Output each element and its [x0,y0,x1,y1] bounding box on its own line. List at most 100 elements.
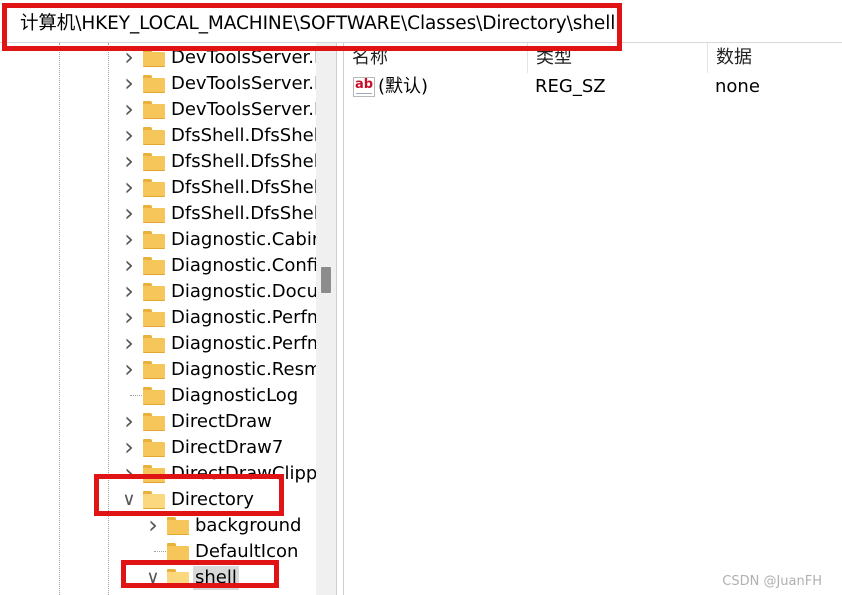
tree-connector [130,395,142,396]
tree-item[interactable]: › Diagnostic.Perfm [0,331,316,357]
tree-item[interactable]: › DirectDrawClipp [0,461,316,487]
tree-item-label: DfsShell.DfsShell [171,177,316,198]
tree-item-label: Diagnostic.Resm [171,359,316,380]
folder-icon [143,387,165,405]
tree-item-label: background [195,515,302,536]
tree-item-label: DfsShell.DfsShell [171,151,316,172]
chevron-right-icon[interactable]: › [122,175,136,200]
tree-item[interactable]: › Diagnostic.Cabir [0,227,316,253]
folder-icon [143,283,165,301]
folder-icon [143,179,165,197]
registry-tree[interactable]: › DevToolsServer.N › DevToolsServer.N › DevTo… [0,43,316,595]
chevron-right-icon[interactable]: › [122,305,136,330]
tree-item[interactable]: › DevToolsServer.N [0,97,316,123]
tree-connector [154,551,166,552]
tree-item[interactable]: › Diagnostic.Resm [0,357,316,383]
tree-item-label: DevToolsServer.N [171,99,316,120]
tree-item-label: Diagnostic.Perfm [171,307,316,328]
tree-scrollbar-thumb[interactable] [321,267,331,293]
string-value-icon: ab [353,77,375,97]
folder-icon [143,413,165,431]
tree-item-label: Diagnostic.Perfm [171,333,316,354]
tree-item-label: DiagnosticLog [171,385,299,406]
tree-item-label: Diagnostic.Docu [171,281,316,302]
folder-icon [143,205,165,223]
tree-item-label: Directory [171,489,254,510]
chevron-down-icon[interactable]: ∨ [122,488,136,512]
folder-icon [143,49,165,67]
tree-item[interactable]: › Diagnostic.Perfm [0,305,316,331]
tree-scrollbar[interactable] [316,43,336,595]
tree-item-label: DfsShell.DfsShell [171,125,316,146]
chevron-right-icon[interactable]: › [122,357,136,382]
tree-item-label: DfsShell.DfsShell [171,203,316,224]
value-type: REG_SZ [535,76,606,97]
tree-item[interactable]: › Diagnostic.Confi [0,253,316,279]
folder-icon [143,75,165,93]
tree-item-label: Diagnostic.Cabir [171,229,316,250]
tree-item-partial[interactable] [0,591,316,595]
tree-item[interactable]: DefaultIcon [0,539,316,565]
folder-icon [143,491,165,509]
chevron-right-icon[interactable]: › [122,279,136,304]
tree-item[interactable]: › DfsShell.DfsShell [0,149,316,175]
chevron-right-icon[interactable]: › [122,97,136,122]
address-path[interactable]: 计算机\HKEY_LOCAL_MACHINE\SOFTWARE\Classes\… [20,13,615,35]
pane-splitter[interactable] [336,43,344,595]
folder-icon [143,153,165,171]
tree-item[interactable]: DiagnosticLog [0,383,316,409]
tree-item-label: Diagnostic.Confi [171,255,316,276]
value-name: (默认) [378,76,429,97]
value-data: none [715,76,760,97]
chevron-right-icon[interactable]: › [122,201,136,226]
tree-item[interactable]: › DirectDraw7 [0,435,316,461]
chevron-right-icon[interactable]: › [122,71,136,96]
column-header-data[interactable]: 数据 [708,43,842,73]
folder-icon [143,257,165,275]
chevron-right-icon[interactable]: › [122,45,136,70]
tree-item[interactable]: › DfsShell.DfsShell [0,201,316,227]
tree-item[interactable]: › DevToolsServer.N [0,45,316,71]
folder-icon [143,309,165,327]
folder-icon [143,439,165,457]
tree-item[interactable]: › DevToolsServer.N [0,71,316,97]
folder-icon [167,569,189,587]
tree-item-label: DevToolsServer.N [171,73,316,94]
column-header-type[interactable]: 类型 [528,43,708,73]
tree-item-label: DirectDrawClipp [171,463,316,484]
tree-item[interactable]: › Diagnostic.Docu [0,279,316,305]
chevron-right-icon[interactable]: › [122,149,136,174]
tree-item-label: DevToolsServer.N [171,47,316,68]
values-list[interactable]: 名称 类型 数据 ab (默认) REG_SZ none [344,43,842,595]
tree-item[interactable]: ∨ Directory [0,487,316,513]
tree-item-label: shell [193,566,239,590]
folder-icon [167,517,189,535]
tree-item-label: DirectDraw7 [171,437,284,458]
tree-item[interactable]: › DfsShell.DfsShell [0,123,316,149]
tree-item[interactable]: › DfsShell.DfsShell [0,175,316,201]
folder-icon [143,231,165,249]
chevron-right-icon[interactable]: › [122,409,136,434]
chevron-right-icon[interactable]: › [122,227,136,252]
list-row[interactable]: ab (默认) REG_SZ none [344,73,842,101]
tree-item[interactable]: ∨ shell [0,565,316,591]
folder-icon [143,335,165,353]
folder-icon [167,543,189,561]
chevron-right-icon[interactable]: › [122,253,136,278]
chevron-right-icon[interactable]: › [122,331,136,356]
tree-item-label: DefaultIcon [195,541,299,562]
folder-icon [143,465,165,483]
column-header-name[interactable]: 名称 [344,43,528,73]
tree-item-label: DirectDraw [171,411,272,432]
chevron-right-icon[interactable]: › [122,461,136,486]
folder-icon [143,361,165,379]
address-bar[interactable]: 计算机\HKEY_LOCAL_MACHINE\SOFTWARE\Classes\… [0,6,842,43]
chevron-right-icon[interactable]: › [146,513,160,538]
folder-icon [143,127,165,145]
folder-icon [143,101,165,119]
tree-item[interactable]: › DirectDraw [0,409,316,435]
tree-item[interactable]: › background [0,513,316,539]
chevron-right-icon[interactable]: › [122,435,136,460]
chevron-right-icon[interactable]: › [122,123,136,148]
chevron-down-icon[interactable]: ∨ [146,566,160,590]
